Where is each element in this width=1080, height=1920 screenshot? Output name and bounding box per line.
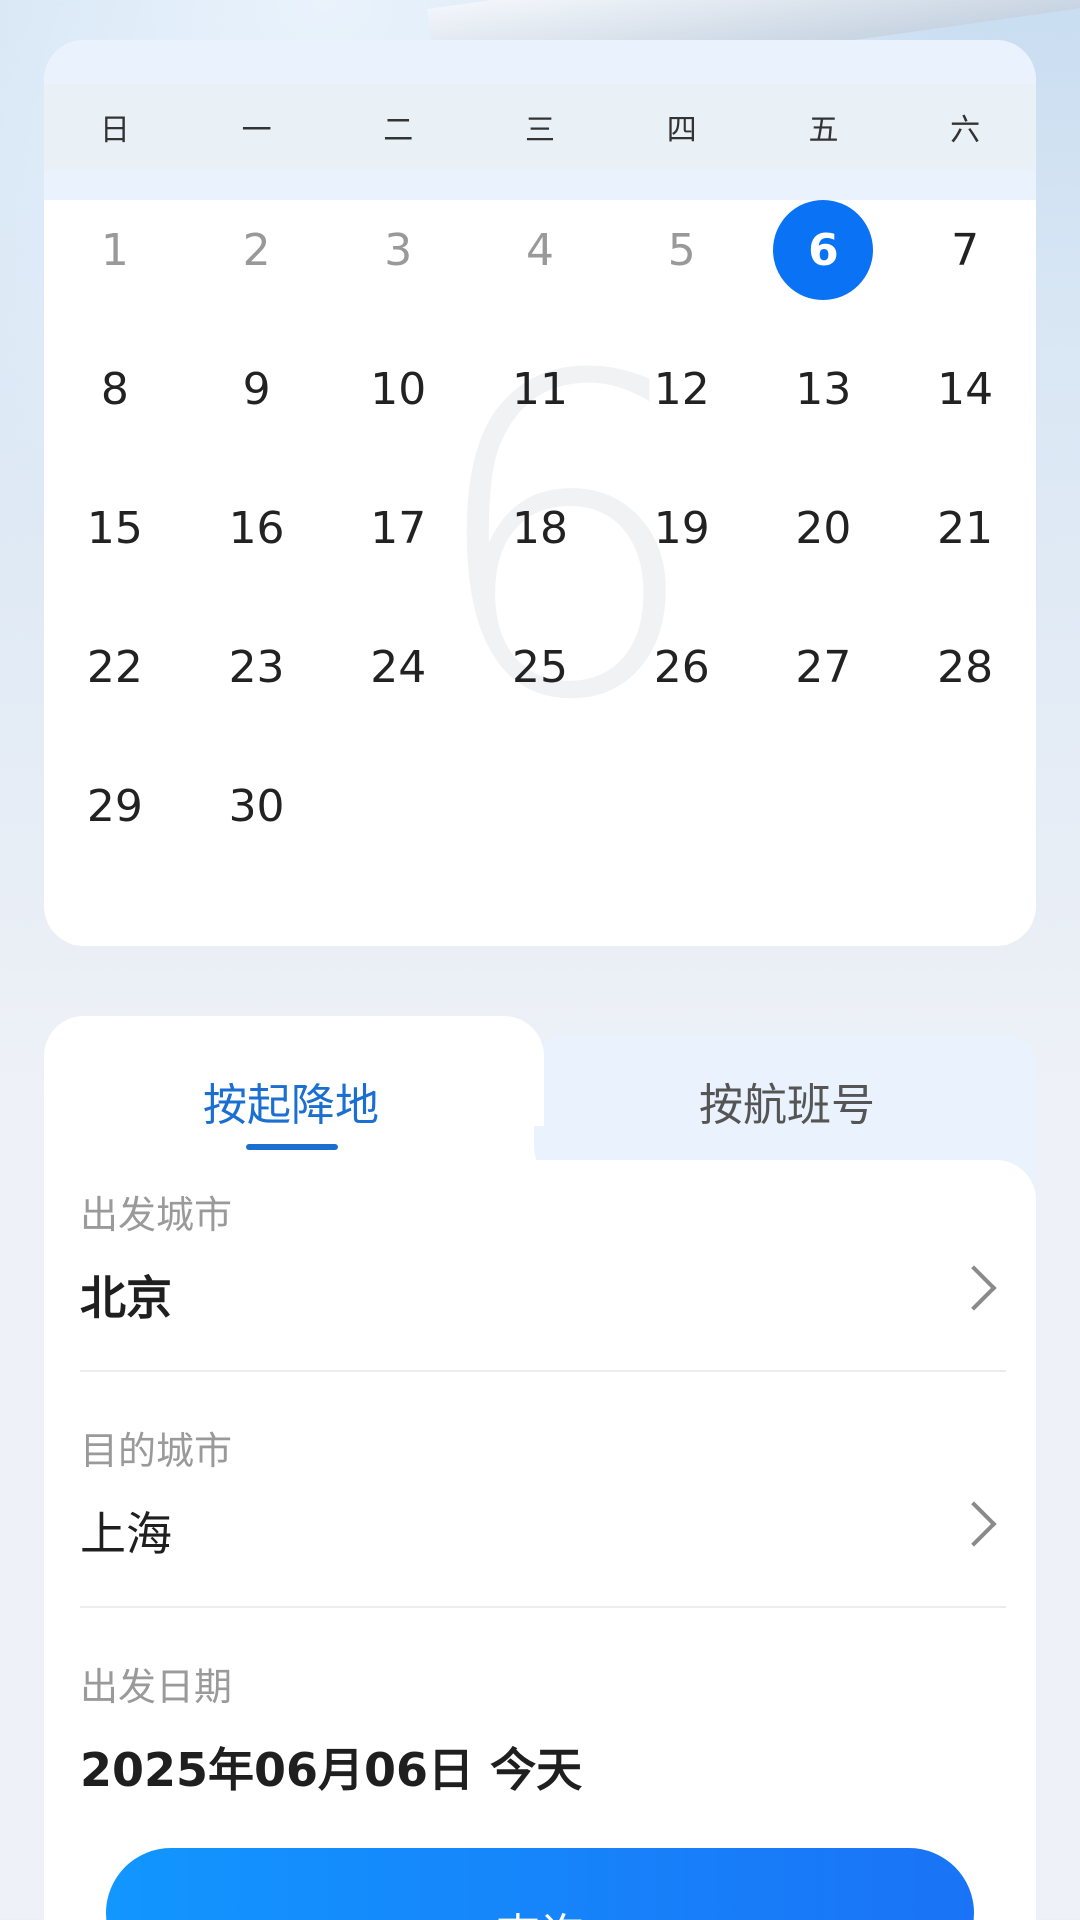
day-number: 25 — [511, 641, 568, 693]
departure-date-field[interactable]: 出发日期 2025年06月06日 今天 — [80, 1656, 1006, 1826]
calendar-day[interactable]: 27 — [753, 617, 895, 756]
calendar-day[interactable]: 3 — [327, 200, 469, 339]
day-number: 11 — [511, 363, 568, 415]
calendar-day[interactable]: 5 — [611, 200, 753, 339]
calendar-day[interactable]: 8 — [44, 339, 186, 478]
day-number: 9 — [242, 363, 271, 415]
chevron-right-icon — [951, 1501, 997, 1547]
search-form: 按起降地 按航班号 出发城市 北京 目的城市 上海 出发日期 2025年06月0… — [44, 1016, 1036, 1920]
day-number: 17 — [370, 502, 427, 554]
day-number: 26 — [653, 641, 710, 693]
day-number: 15 — [86, 502, 143, 554]
weekday-tue: 二 — [383, 113, 414, 148]
calendar-day[interactable]: 11 — [469, 339, 611, 478]
day-number: 4 — [525, 224, 554, 276]
tab-active-indicator — [246, 1144, 338, 1150]
day-number: 2 — [242, 224, 271, 276]
calendar-day[interactable]: 10 — [327, 339, 469, 478]
weekday-thu: 四 — [666, 113, 697, 148]
divider — [80, 1606, 1006, 1608]
day-number: 13 — [795, 363, 852, 415]
day-number: 27 — [795, 641, 852, 693]
calendar-day[interactable]: 16 — [186, 478, 328, 617]
day-number: 23 — [228, 641, 285, 693]
calendar-day[interactable]: 13 — [753, 339, 895, 478]
query-button-label: 查询 — [496, 1899, 584, 1920]
destination-city-value: 上海 — [80, 1507, 172, 1561]
day-number: 16 — [228, 502, 285, 554]
query-button[interactable]: 查询 — [106, 1848, 974, 1920]
day-number: 14 — [937, 363, 994, 415]
calendar-day[interactable]: 22 — [44, 617, 186, 756]
calendar-days-grid: 1 2 3 4 5 6 7 8 9 10 11 12 13 14 15 16 1… — [44, 200, 1036, 895]
weekday-sat: 六 — [950, 113, 981, 148]
day-number: 29 — [86, 780, 143, 832]
day-number: 22 — [86, 641, 143, 693]
weekday-row: 日 一 二 三 四 五 六 — [44, 84, 1036, 170]
day-number: 8 — [100, 363, 129, 415]
weekday-sun: 日 — [99, 113, 130, 148]
day-number: 6 — [773, 200, 874, 300]
departure-date-label: 出发日期 — [80, 1665, 233, 1709]
day-number: 12 — [653, 363, 710, 415]
calendar-day[interactable]: 24 — [327, 617, 469, 756]
destination-city-label: 目的城市 — [80, 1429, 233, 1473]
calendar-day[interactable]: 15 — [44, 478, 186, 617]
calendar-day[interactable]: 19 — [611, 478, 753, 617]
day-number: 10 — [370, 363, 427, 415]
departure-city-label: 出发城市 — [80, 1193, 233, 1237]
destination-city-field[interactable]: 目的城市 上海 — [80, 1420, 1006, 1620]
calendar-day[interactable]: 25 — [469, 617, 611, 756]
calendar-day[interactable]: 30 — [186, 756, 328, 895]
weekday-fri: 五 — [808, 113, 839, 148]
day-number: 24 — [370, 641, 427, 693]
day-number: 19 — [653, 502, 710, 554]
day-number: 21 — [937, 502, 994, 554]
calendar-card: 日 一 二 三 四 五 六 6 1 2 3 4 5 6 7 8 9 10 11 … — [44, 40, 1036, 946]
divider — [80, 1370, 1006, 1372]
calendar-day[interactable]: 17 — [327, 478, 469, 617]
calendar-day[interactable]: 20 — [753, 478, 895, 617]
calendar-day[interactable]: 18 — [469, 478, 611, 617]
calendar-day[interactable]: 7 — [894, 200, 1036, 339]
departure-city-value: 北京 — [80, 1271, 172, 1325]
calendar-day[interactable]: 26 — [611, 617, 753, 756]
day-number: 7 — [951, 224, 980, 276]
day-number: 30 — [228, 780, 285, 832]
calendar-day[interactable]: 29 — [44, 756, 186, 895]
calendar-day[interactable]: 23 — [186, 617, 328, 756]
calendar-day[interactable]: 21 — [894, 478, 1036, 617]
tab-by-flight-number[interactable]: 按航班号 — [538, 1046, 1036, 1156]
weekday-mon: 一 — [241, 113, 272, 148]
weekday-wed: 三 — [525, 113, 556, 148]
tab-by-route[interactable]: 按起降地 — [44, 1046, 538, 1156]
day-number: 28 — [937, 641, 994, 693]
calendar-day[interactable]: 12 — [611, 339, 753, 478]
departure-date-value: 2025年06月06日 今天 — [80, 1743, 583, 1797]
day-number: 3 — [384, 224, 413, 276]
departure-city-field[interactable]: 出发城市 北京 — [80, 1184, 1006, 1384]
flight-search-card: 按起降地 按航班号 出发城市 北京 目的城市 上海 出发日期 2025年06月0… — [44, 1016, 1036, 1920]
chevron-right-icon — [951, 1265, 997, 1311]
calendar-day-selected[interactable]: 6 — [753, 200, 895, 339]
calendar-day[interactable]: 28 — [894, 617, 1036, 756]
calendar-day[interactable]: 4 — [469, 200, 611, 339]
day-number: 18 — [511, 502, 568, 554]
calendar-day[interactable]: 9 — [186, 339, 328, 478]
day-number: 1 — [100, 224, 129, 276]
calendar-day[interactable]: 14 — [894, 339, 1036, 478]
day-number: 5 — [667, 224, 696, 276]
calendar-day[interactable]: 1 — [44, 200, 186, 339]
day-number: 20 — [795, 502, 852, 554]
calendar-day[interactable]: 2 — [186, 200, 328, 339]
